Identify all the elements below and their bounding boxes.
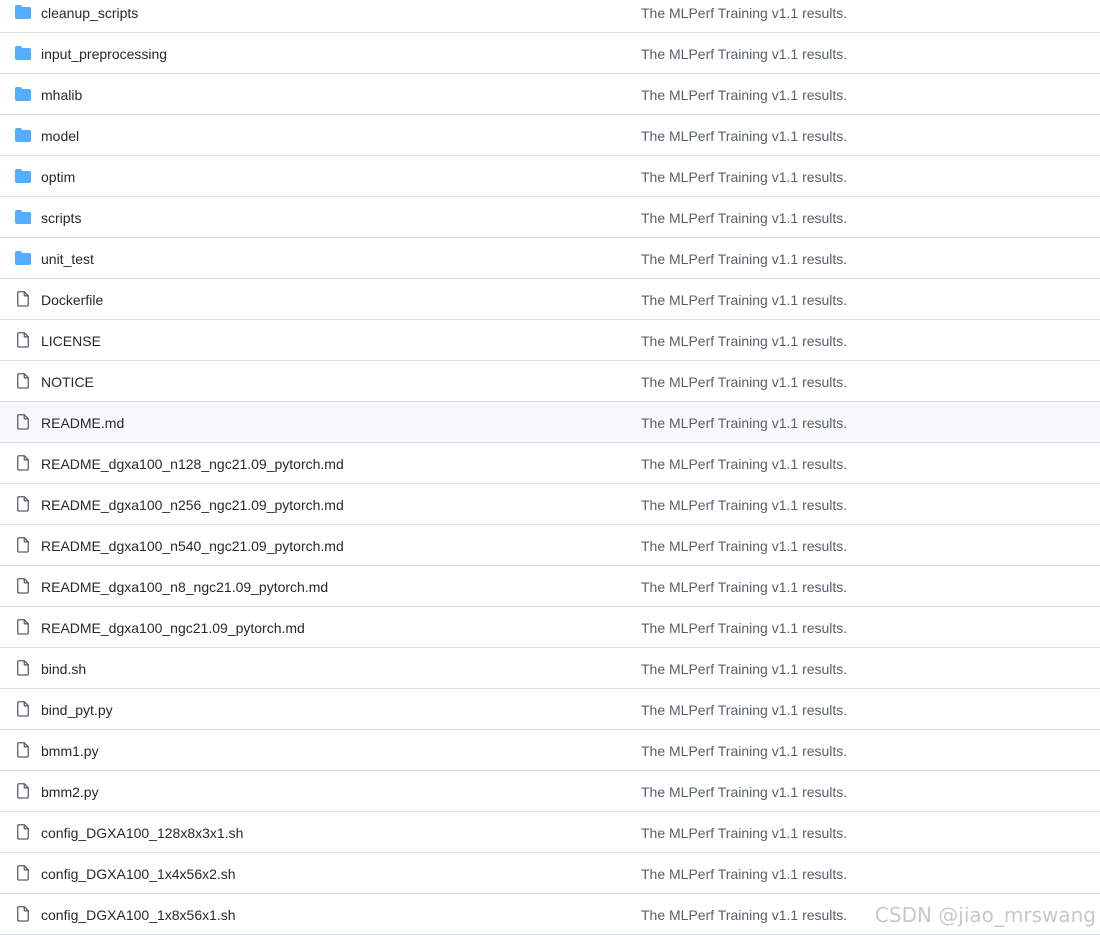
commit-message-link[interactable]: The MLPerf Training v1.1 results. — [641, 660, 847, 678]
commit-message-link[interactable]: The MLPerf Training v1.1 results. — [641, 86, 847, 104]
file-icon — [16, 455, 34, 471]
file-name-link[interactable]: scripts — [41, 209, 81, 227]
file-list: cleanup_scripts The MLPerf Training v1.1 … — [0, 0, 1100, 935]
folder-row[interactable]: unit_test The MLPerf Training v1.1 result… — [0, 238, 1100, 279]
file-icon — [16, 742, 34, 758]
file-row[interactable]: README_dgxa100_n256_ngc21.09_pytorch.md T… — [0, 484, 1100, 525]
file-row[interactable]: README_dgxa100_n128_ngc21.09_pytorch.md T… — [0, 443, 1100, 484]
file-row[interactable]: NOTICE The MLPerf Training v1.1 results. — [0, 361, 1100, 402]
file-name-link[interactable]: README_dgxa100_n256_ngc21.09_pytorch.md — [41, 496, 344, 514]
folder-icon — [15, 87, 33, 103]
file-row[interactable]: bmm2.py The MLPerf Training v1.1 results. — [0, 771, 1100, 812]
file-name-link[interactable]: README_dgxa100_n8_ngc21.09_pytorch.md — [41, 578, 328, 596]
file-row[interactable]: config_DGXA100_128x8x3x1.sh The MLPerf Tr… — [0, 812, 1100, 853]
commit-message-link[interactable]: The MLPerf Training v1.1 results. — [641, 824, 847, 842]
file-name-link[interactable]: NOTICE — [41, 373, 94, 391]
commit-message-link[interactable]: The MLPerf Training v1.1 results. — [641, 414, 847, 432]
file-name-link[interactable]: config_DGXA100_1x8x56x1.sh — [41, 906, 236, 924]
file-row[interactable]: Dockerfile The MLPerf Training v1.1 resul… — [0, 279, 1100, 320]
file-name-link[interactable]: README_dgxa100_n540_ngc21.09_pytorch.md — [41, 537, 344, 555]
file-row[interactable]: README_dgxa100_n8_ngc21.09_pytorch.md The… — [0, 566, 1100, 607]
file-icon — [16, 906, 34, 922]
commit-message-link[interactable]: The MLPerf Training v1.1 results. — [641, 578, 847, 596]
commit-message-link[interactable]: The MLPerf Training v1.1 results. — [641, 332, 847, 350]
file-icon — [16, 414, 34, 430]
file-name-link[interactable]: mhalib — [41, 86, 82, 104]
folder-icon — [15, 251, 33, 267]
folder-row[interactable]: mhalib The MLPerf Training v1.1 results. — [0, 74, 1100, 115]
file-icon — [16, 783, 34, 799]
file-name-link[interactable]: model — [41, 127, 79, 145]
file-row[interactable]: config_DGXA100_1x4x56x2.sh The MLPerf Tra… — [0, 853, 1100, 894]
file-icon — [16, 619, 34, 635]
commit-message-link[interactable]: The MLPerf Training v1.1 results. — [641, 619, 847, 637]
commit-message-link[interactable]: The MLPerf Training v1.1 results. — [641, 209, 847, 227]
file-icon — [16, 660, 34, 676]
file-row[interactable]: README_dgxa100_n540_ngc21.09_pytorch.md T… — [0, 525, 1100, 566]
commit-message-link[interactable]: The MLPerf Training v1.1 results. — [641, 742, 847, 760]
commit-message-link[interactable]: The MLPerf Training v1.1 results. — [641, 168, 847, 186]
file-icon — [16, 332, 34, 348]
file-icon — [16, 537, 34, 553]
file-name-link[interactable]: cleanup_scripts — [41, 4, 138, 22]
file-row[interactable]: LICENSE The MLPerf Training v1.1 results. — [0, 320, 1100, 361]
file-icon — [16, 701, 34, 717]
commit-message-link[interactable]: The MLPerf Training v1.1 results. — [641, 701, 847, 719]
folder-row[interactable]: input_preprocessing The MLPerf Training v… — [0, 33, 1100, 74]
folder-icon — [15, 46, 33, 62]
file-name-link[interactable]: README_dgxa100_n128_ngc21.09_pytorch.md — [41, 455, 344, 473]
commit-message-link[interactable]: The MLPerf Training v1.1 results. — [641, 496, 847, 514]
file-name-link[interactable]: input_preprocessing — [41, 45, 167, 63]
commit-message-link[interactable]: The MLPerf Training v1.1 results. — [641, 455, 847, 473]
file-name-link[interactable]: bind_pyt.py — [41, 701, 113, 719]
file-row[interactable]: README.md The MLPerf Training v1.1 result… — [0, 402, 1100, 443]
file-row[interactable]: bind_pyt.py The MLPerf Training v1.1 resu… — [0, 689, 1100, 730]
file-icon — [16, 578, 34, 594]
file-name-link[interactable]: Dockerfile — [41, 291, 103, 309]
file-icon — [16, 496, 34, 512]
folder-row[interactable]: optim The MLPerf Training v1.1 results. — [0, 156, 1100, 197]
file-row[interactable]: bind.sh The MLPerf Training v1.1 results. — [0, 648, 1100, 689]
file-name-link[interactable]: config_DGXA100_128x8x3x1.sh — [41, 824, 243, 842]
folder-row[interactable]: cleanup_scripts The MLPerf Training v1.1 … — [0, 0, 1100, 33]
file-name-link[interactable]: bmm1.py — [41, 742, 99, 760]
file-icon — [16, 373, 34, 389]
commit-message-link[interactable]: The MLPerf Training v1.1 results. — [641, 45, 847, 63]
commit-message-link[interactable]: The MLPerf Training v1.1 results. — [641, 537, 847, 555]
file-name-link[interactable]: optim — [41, 168, 75, 186]
commit-message-link[interactable]: The MLPerf Training v1.1 results. — [641, 4, 847, 22]
folder-icon — [15, 210, 33, 226]
commit-message-link[interactable]: The MLPerf Training v1.1 results. — [641, 127, 847, 145]
file-name-link[interactable]: bmm2.py — [41, 783, 99, 801]
folder-icon — [15, 169, 33, 185]
file-name-link[interactable]: bind.sh — [41, 660, 86, 678]
commit-message-link[interactable]: The MLPerf Training v1.1 results. — [641, 373, 847, 391]
file-icon — [16, 824, 34, 840]
commit-message-link[interactable]: The MLPerf Training v1.1 results. — [641, 865, 847, 883]
folder-icon — [15, 128, 33, 144]
commit-message-link[interactable]: The MLPerf Training v1.1 results. — [641, 291, 847, 309]
file-icon — [16, 865, 34, 881]
commit-message-link[interactable]: The MLPerf Training v1.1 results. — [641, 250, 847, 268]
folder-row[interactable]: scripts The MLPerf Training v1.1 results. — [0, 197, 1100, 238]
folder-row[interactable]: model The MLPerf Training v1.1 results. — [0, 115, 1100, 156]
file-row[interactable]: config_DGXA100_1x8x56x1.sh The MLPerf Tra… — [0, 894, 1100, 935]
file-row[interactable]: bmm1.py The MLPerf Training v1.1 results. — [0, 730, 1100, 771]
folder-icon — [15, 5, 33, 21]
file-name-link[interactable]: config_DGXA100_1x4x56x2.sh — [41, 865, 236, 883]
file-row[interactable]: README_dgxa100_ngc21.09_pytorch.md The ML… — [0, 607, 1100, 648]
file-name-link[interactable]: unit_test — [41, 250, 94, 268]
file-name-link[interactable]: README.md — [41, 414, 124, 432]
file-name-link[interactable]: LICENSE — [41, 332, 101, 350]
file-name-link[interactable]: README_dgxa100_ngc21.09_pytorch.md — [41, 619, 305, 637]
file-icon — [16, 291, 34, 307]
commit-message-link[interactable]: The MLPerf Training v1.1 results. — [641, 906, 847, 924]
commit-message-link[interactable]: The MLPerf Training v1.1 results. — [641, 783, 847, 801]
